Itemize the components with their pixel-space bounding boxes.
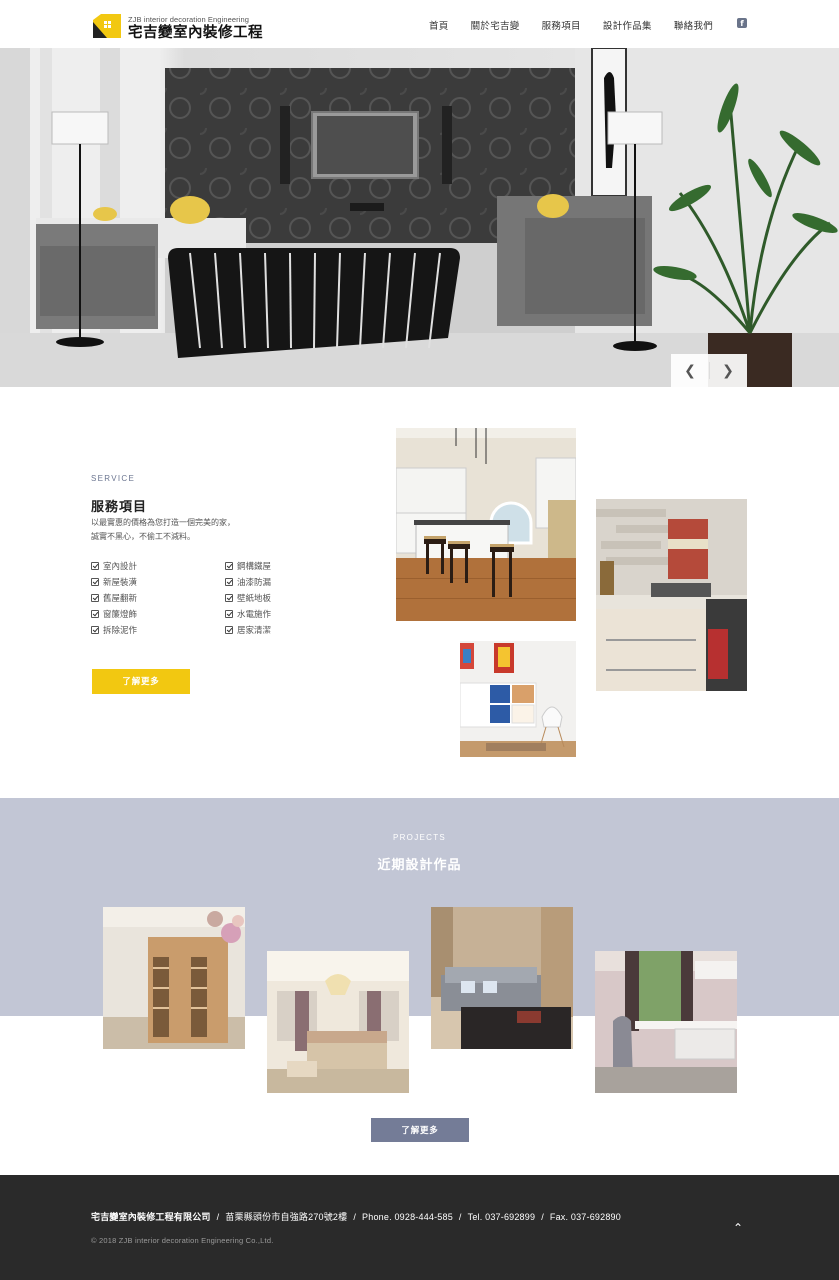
projects-more-button[interactable]: 了解更多 bbox=[371, 1118, 469, 1142]
service-title: 服務項目 bbox=[91, 499, 148, 514]
service-desc-line-1: 以最實惠的價格為您打造一個完美的家， bbox=[91, 518, 235, 527]
service-item: 油漆防漏 bbox=[225, 574, 271, 590]
hero-slider: ❮ ❯ bbox=[0, 48, 839, 387]
slider-controls: ❮ ❯ bbox=[671, 354, 747, 387]
site-footer bbox=[0, 1175, 839, 1280]
service-item: 拆除泥作 bbox=[91, 622, 137, 638]
checkbox-icon bbox=[225, 610, 233, 618]
service-more-button[interactable]: 了解更多 bbox=[92, 669, 190, 694]
service-item: 壁紙地板 bbox=[225, 590, 271, 606]
project-photo-bedroom bbox=[267, 951, 409, 1093]
footer-contact-line: 宅吉變室內裝修工程有限公司 / 苗栗縣頭份市自強路270號2樓 / Phone. 092… bbox=[91, 1212, 621, 1222]
slider-next-button[interactable]: ❯ bbox=[709, 354, 747, 387]
service-list-col-2: 鋼構鐵屋 油漆防漏 壁紙地板 水電施作 居家清潔 bbox=[225, 558, 271, 638]
chevron-up-icon: ⌃ bbox=[733, 1221, 744, 1235]
project-card[interactable] bbox=[103, 907, 245, 1049]
project-photo-sofa bbox=[431, 907, 573, 1049]
nav-contact[interactable]: 聯絡我們 bbox=[674, 18, 713, 32]
checkbox-icon bbox=[225, 578, 233, 586]
footer-address: 苗栗縣頭份市自強路270號2樓 bbox=[225, 1212, 348, 1222]
hero-image bbox=[0, 48, 839, 387]
kitchen-photo-2 bbox=[596, 499, 747, 691]
service-list-col-1: 室內設計 新屋裝潢 舊屋翻新 窗簾燈飾 拆除泥作 bbox=[91, 558, 137, 638]
project-card[interactable] bbox=[595, 951, 737, 1093]
nav-about[interactable]: 關於宅吉變 bbox=[471, 18, 520, 32]
footer-phone: Phone. 0928-444-585 bbox=[362, 1212, 453, 1222]
nav-portfolio[interactable]: 設計作品集 bbox=[603, 18, 652, 32]
nav-services[interactable]: 服務項目 bbox=[542, 18, 581, 32]
projects-eyebrow: PROJECTS bbox=[392, 833, 447, 842]
living-room-photo bbox=[460, 641, 576, 757]
slider-prev-button[interactable]: ❮ bbox=[671, 354, 709, 387]
chevron-left-icon: ❮ bbox=[684, 362, 696, 378]
brand-chinese: 宅吉變室內裝修工程 bbox=[128, 24, 263, 41]
checkbox-icon bbox=[225, 594, 233, 602]
project-photo-wardrobe bbox=[103, 907, 245, 1049]
project-photo-vanity bbox=[595, 951, 737, 1093]
project-card[interactable] bbox=[431, 907, 573, 1049]
service-item: 窗簾燈飾 bbox=[91, 606, 137, 622]
project-card[interactable] bbox=[267, 951, 409, 1093]
checkbox-icon bbox=[91, 626, 99, 634]
kitchen-photo-1 bbox=[396, 428, 576, 621]
nav-home[interactable]: 首頁 bbox=[429, 18, 449, 32]
checkbox-icon bbox=[91, 578, 99, 586]
footer-fax: Fax. 037-692890 bbox=[549, 1212, 621, 1222]
service-description: 以最實惠的價格為您打造一個完美的家， 誠實不黑心，不偷工不減料。 bbox=[91, 516, 331, 544]
site-logo[interactable]: ZJB interior decoration Engineering 宅吉變室… bbox=[91, 10, 263, 40]
main-nav: 首頁 關於宅吉變 服務項目 設計作品集 聯絡我們 bbox=[429, 18, 735, 32]
logo-mark-icon bbox=[91, 12, 123, 40]
footer-company: 宅吉變室內裝修工程有限公司 bbox=[91, 1212, 211, 1222]
projects-title: 近期設計作品 bbox=[377, 857, 462, 872]
service-item: 新屋裝潢 bbox=[91, 574, 137, 590]
service-item: 鋼構鐵屋 bbox=[225, 558, 271, 574]
service-item: 舊屋翻新 bbox=[91, 590, 137, 606]
facebook-icon[interactable]: f bbox=[737, 18, 747, 28]
service-item: 居家清潔 bbox=[225, 622, 271, 638]
checkbox-icon bbox=[225, 626, 233, 634]
back-to-top-button[interactable]: ⌃ bbox=[733, 1221, 743, 1235]
service-item: 室內設計 bbox=[91, 558, 137, 574]
service-item: 水電施作 bbox=[225, 606, 271, 622]
footer-copyright: © 2018 ZJB interior decoration Engineeri… bbox=[91, 1236, 274, 1245]
footer-tel: Tel. 037-692899 bbox=[467, 1212, 536, 1222]
service-desc-line-2: 誠實不黑心，不偷工不減料。 bbox=[91, 532, 195, 541]
site-header: ZJB interior decoration Engineering 宅吉變室… bbox=[0, 0, 839, 48]
service-eyebrow: SERVICE bbox=[91, 474, 136, 483]
checkbox-icon bbox=[91, 594, 99, 602]
checkbox-icon bbox=[225, 562, 233, 570]
checkbox-icon bbox=[91, 610, 99, 618]
checkbox-icon bbox=[91, 562, 99, 570]
brand-english: ZJB interior decoration Engineering bbox=[128, 15, 250, 24]
chevron-right-icon: ❯ bbox=[722, 362, 734, 378]
